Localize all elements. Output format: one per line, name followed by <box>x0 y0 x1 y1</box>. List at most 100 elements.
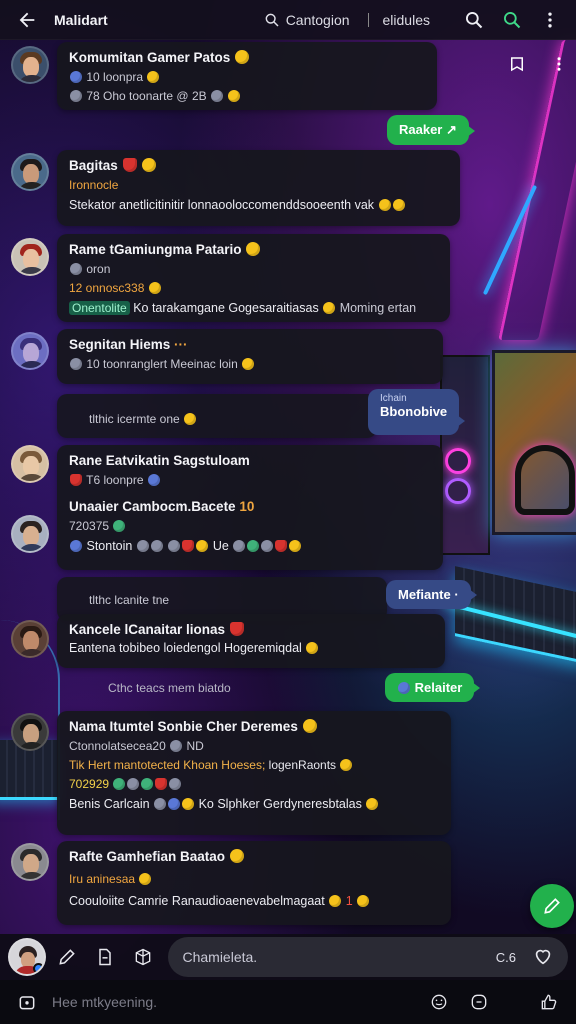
system-message: tlthic icermte one <box>57 394 377 438</box>
back-arrow-icon[interactable] <box>10 3 44 37</box>
avatar[interactable] <box>11 46 49 84</box>
avatar[interactable] <box>11 843 49 881</box>
emoji-icon <box>229 849 244 863</box>
badge-icon <box>70 540 82 552</box>
emoji-icon <box>246 242 261 256</box>
chat-preview-tail: Ko Slphker Gerdyneresbtalas <box>198 797 362 811</box>
file-icon[interactable] <box>89 941 121 973</box>
avatar[interactable] <box>11 620 49 658</box>
divider <box>367 12 369 27</box>
compose-fab-button[interactable] <box>530 884 574 928</box>
chat-name: Unaaier Cambocm.Bacete <box>69 499 236 514</box>
smiley-icon[interactable] <box>424 987 454 1017</box>
emoji-icon <box>306 642 319 654</box>
search-filter-label: Cantogion <box>285 11 350 28</box>
chat-name: Komumitan Gamer Patos <box>69 50 231 65</box>
chat-item[interactable]: Rane Eatvikatin Sagstuloam T6 loonpre Un… <box>57 445 443 570</box>
thumb-up-icon[interactable] <box>534 987 564 1017</box>
emoji-icon <box>229 622 244 636</box>
pencil-icon[interactable] <box>52 941 84 973</box>
avatar[interactable] <box>11 713 49 751</box>
chat-meta: 12 onnosc338 <box>69 281 145 295</box>
search-small-icon <box>265 13 279 27</box>
chat-meta: 10 loonpra <box>86 70 144 84</box>
avatar[interactable] <box>11 515 49 553</box>
chat-preview: Stekator anetlicitinitir lonnaooloccomen… <box>69 198 375 212</box>
message-placeholder: Chamieleta. <box>182 949 258 965</box>
my-avatar[interactable] <box>8 938 46 976</box>
chat-name: Rame tGamiungma Patario <box>69 242 242 257</box>
chat-item[interactable]: Komumitan Gamer Patos 10 loonpra 78 Oho … <box>57 42 437 110</box>
chat-preview: Tik Hert mantotected Khoan Hoeses; <box>69 758 266 772</box>
avatar[interactable] <box>11 153 49 191</box>
chat-preview: Eantena tobibeo loiedengol Hogeremiqdal <box>69 641 302 655</box>
chat-icon <box>398 682 410 694</box>
search-icon[interactable] <box>458 4 490 36</box>
bottom-hint: Hee mtkyeening. <box>52 994 158 1010</box>
chat-preview: Ko tarakamgane Gogesaraitiasas <box>133 301 319 315</box>
chat-preview: 78 Oho toonarte <box>86 89 174 103</box>
emoji-icon <box>302 719 317 733</box>
badge-icon <box>70 90 82 102</box>
chat-item[interactable]: Segnitan Hiems ··· 10 toonranglert Meein… <box>57 329 443 384</box>
message-input[interactable]: Chamieleta. C.6 <box>168 937 569 977</box>
message-bubble-sent[interactable]: Mefiante · <box>386 580 477 609</box>
avatar[interactable] <box>11 445 49 483</box>
bookmark-icon[interactable] <box>505 52 529 76</box>
chat-item[interactable]: Bagitas Ironnocle Stekator anetlicitinit… <box>57 150 460 226</box>
chat-name: Rane Eatvikatin Sagstuloam <box>69 453 250 468</box>
chat-item[interactable]: Rame tGamiungma Patario oron 12 onnosc33… <box>57 234 450 322</box>
chat-preview-tail: 1 <box>345 894 353 908</box>
sticker-icon[interactable] <box>464 987 494 1017</box>
bubble-text: Relaiter <box>414 680 463 695</box>
chat-meta: 702929 <box>69 777 110 791</box>
chat-name: Rafte Gamhefian Baatao <box>69 849 226 864</box>
bubble-text: Bbonobive <box>380 404 448 419</box>
search-filter[interactable]: Cantogion <box>264 12 350 28</box>
filter-label[interactable]: elidules <box>383 12 430 28</box>
heart-icon[interactable] <box>532 945 554 970</box>
chat-meta: Iru aninesaa <box>69 872 136 886</box>
chat-preview: Coouloiite Camrie Ranaudioaenevabelmagaa… <box>69 894 325 908</box>
status-dot <box>32 963 44 974</box>
chat-preview-tail: @ 2B <box>176 89 207 103</box>
chat-meta: 10 toonranglert Meeinac loin <box>86 357 238 371</box>
chat-item[interactable]: Kancele lCanaitar lionas Eantena tobibeo… <box>57 614 445 668</box>
more-vertical-icon[interactable] <box>534 4 566 36</box>
chat-meta-tail: ND <box>186 739 204 753</box>
search-green-icon[interactable] <box>496 4 528 36</box>
avatar[interactable] <box>11 238 49 276</box>
emoji-icon <box>235 50 250 64</box>
emoji-icon <box>122 158 137 172</box>
emoji-icon <box>392 199 405 211</box>
pencil-icon <box>544 898 560 914</box>
emoji-icon <box>113 520 126 532</box>
system-text: tlthic icermte one <box>89 412 180 426</box>
emoji-icon <box>228 90 241 102</box>
bubble-text: Raaker <box>399 122 443 137</box>
chat-name: Nama Itumtel Sonbie Cher Deremes <box>69 719 298 734</box>
bubble-subtext: Ichain <box>380 393 407 404</box>
emoji-icon <box>184 413 197 425</box>
emoji-icon <box>148 282 161 294</box>
system-text: Cthc teacs mem biatdo <box>108 681 231 695</box>
chat-preview: Stontoin <box>86 539 133 553</box>
chat-item[interactable]: Nama Itumtel Sonbie Cher Deremes Ctonnol… <box>57 711 451 835</box>
chat-item[interactable]: Rafte Gamhefian Baatao Iru aninesaa Coou… <box>57 841 451 925</box>
chat-meta: Ctonnolatsecea20 <box>69 739 166 753</box>
more-vertical-icon[interactable] <box>547 52 571 76</box>
chat-preview: Benis Carlcain <box>69 797 150 811</box>
emoji-icon <box>210 90 223 102</box>
chat-name: Segnitan Hiems <box>69 337 171 352</box>
message-bubble-sent[interactable]: Relaiter <box>385 673 481 702</box>
chat-meta: oron <box>86 262 111 276</box>
chat-meta: T6 loonpre <box>86 473 144 487</box>
message-bubble-sent[interactable]: Raaker ↗ <box>387 115 475 145</box>
message-composer: Chamieleta. C.6 <box>0 934 576 980</box>
message-bubble-sent[interactable]: Ichain Bbonobive <box>368 389 466 435</box>
badge-icon <box>70 474 82 486</box>
chat-name: Bagitas <box>69 158 118 173</box>
avatar[interactable] <box>11 332 49 370</box>
home-icon[interactable] <box>12 987 42 1017</box>
cube-icon[interactable] <box>127 941 159 973</box>
